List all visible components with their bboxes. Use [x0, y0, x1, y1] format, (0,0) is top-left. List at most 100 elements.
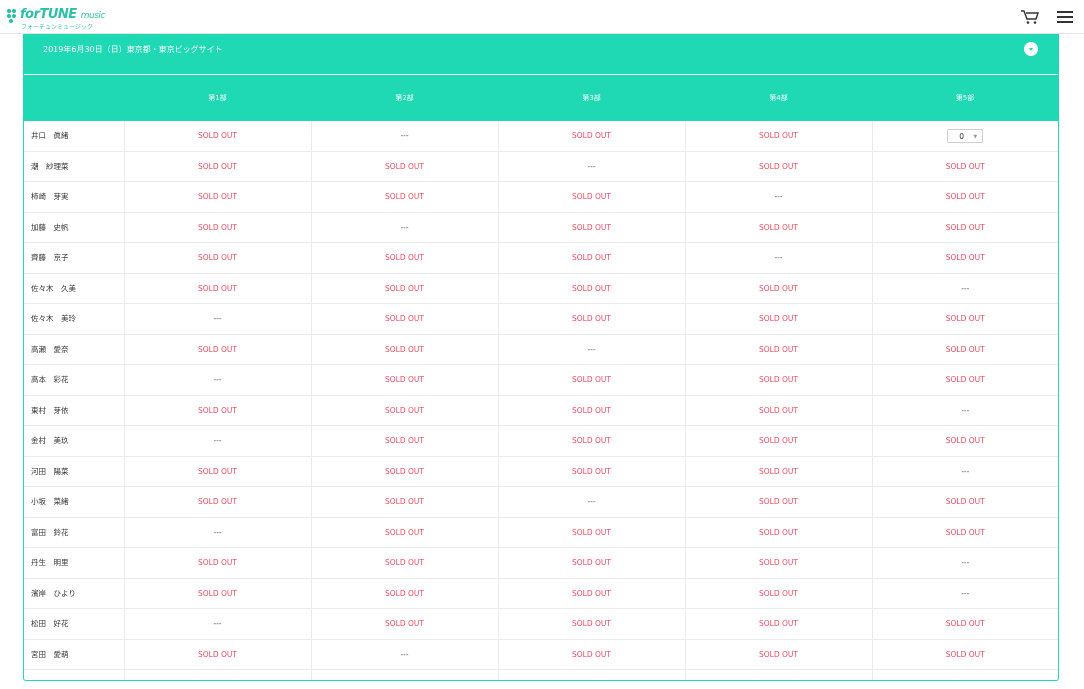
table-row: 佐々木 美玲 --- SOLD OUT SOLD OUT SOLD OUT SOLD OU… — [24, 303, 1058, 335]
sold-out-label: SOLD OUT — [498, 425, 686, 457]
sold-out-label: SOLD OUT — [498, 395, 686, 426]
sold-out-label: SOLD OUT — [872, 181, 1058, 213]
sold-out-label: SOLD OUT — [498, 547, 686, 579]
sold-out-label: SOLD OUT — [685, 303, 873, 335]
sold-out-label: SOLD OUT — [685, 639, 873, 670]
no-slot-label: --- — [124, 425, 312, 457]
sold-out-label: SOLD OUT — [498, 303, 686, 335]
sold-out-label: SOLD OUT — [124, 212, 312, 243]
table-row: 柿崎 芽実 SOLD OUT SOLD OUT SOLD OUT --- SOLD OUT — [24, 181, 1058, 213]
sold-out-label: SOLD OUT — [498, 364, 686, 396]
member-name: 松田 好花 — [24, 608, 125, 640]
sold-out-label: SOLD OUT — [498, 517, 686, 548]
chevron-down-icon[interactable] — [1024, 42, 1038, 56]
sold-out-label: SOLD OUT — [872, 334, 1058, 365]
sold-out-label: SOLD OUT — [685, 212, 873, 243]
sold-out-label: SOLD OUT — [124, 395, 312, 426]
table-row: 東村 芽依 SOLD OUT SOLD OUT SOLD OUT SOLD OUT --- — [24, 395, 1058, 426]
sold-out-label: SOLD OUT — [685, 364, 873, 396]
sold-out-label: SOLD OUT — [311, 181, 499, 213]
logo-subtext: フォーチュンミュージック — [21, 24, 93, 31]
sold-out-label: SOLD OUT — [124, 334, 312, 365]
sold-out-label: SOLD OUT — [498, 578, 686, 609]
event-panel: 2019年6月30日（日）東京都・東京ビッグサイト 第1部 第2部 第3部 第4… — [23, 34, 1059, 681]
sold-out-label: SOLD OUT — [311, 242, 499, 274]
quantity-select[interactable]: 0 ▼ — [947, 128, 984, 143]
no-slot-label: --- — [498, 334, 686, 365]
sold-out-label: SOLD OUT — [685, 517, 873, 548]
sold-out-label: SOLD OUT — [498, 181, 686, 213]
member-name: 丹生 明里 — [24, 547, 125, 579]
member-name: 加藤 史帆 — [24, 212, 125, 243]
sold-out-label: SOLD OUT — [311, 364, 499, 396]
no-slot-label: --- — [872, 578, 1058, 609]
member-name: 金村 美玖 — [24, 425, 125, 457]
sold-out-label: SOLD OUT — [124, 456, 312, 487]
sold-out-label: SOLD OUT — [685, 273, 873, 304]
column-header: 第1部 — [124, 75, 311, 121]
table-row: 濱岸 ひより SOLD OUT SOLD OUT SOLD OUT SOLD OUT --… — [24, 578, 1058, 609]
sold-out-label: SOLD OUT — [685, 547, 873, 579]
no-slot-label: --- — [685, 669, 873, 680]
sold-out-label: SOLD OUT — [872, 517, 1058, 548]
member-name: 富田 鈴花 — [24, 517, 125, 548]
member-name: 高瀬 愛奈 — [24, 334, 125, 365]
column-header: 第4部 — [685, 75, 872, 121]
sold-out-label: SOLD OUT — [124, 547, 312, 579]
sold-out-label: SOLD OUT — [872, 486, 1058, 518]
sold-out-label: SOLD OUT — [872, 364, 1058, 396]
sold-out-label: SOLD OUT — [311, 669, 499, 680]
hamburger-menu-icon[interactable] — [1057, 10, 1073, 24]
table-row: 加藤 史帆 SOLD OUT --- SOLD OUT SOLD OUT SOLD OUT — [24, 212, 1058, 243]
no-slot-label: --- — [872, 273, 1058, 304]
table-row: 井口 眞緒 SOLD OUT --- SOLD OUT SOLD OUT 0 ▼ — [24, 121, 1058, 152]
sold-out-label: SOLD OUT — [685, 456, 873, 487]
sold-out-label: SOLD OUT — [872, 608, 1058, 640]
event-panel-header[interactable]: 2019年6月30日（日）東京都・東京ビッグサイト — [24, 34, 1058, 74]
no-slot-label: --- — [311, 639, 499, 670]
sold-out-label: SOLD OUT — [872, 151, 1058, 182]
sold-out-label: SOLD OUT — [124, 181, 312, 213]
sold-out-label: SOLD OUT — [685, 608, 873, 640]
column-header: 第2部 — [311, 75, 498, 121]
table-row: 河田 陽菜 SOLD OUT SOLD OUT SOLD OUT SOLD OUT --- — [24, 456, 1058, 487]
member-name: 潮 紗理菜 — [24, 151, 125, 182]
sold-out-label: SOLD OUT — [124, 121, 312, 152]
member-name: 高本 彩花 — [24, 364, 125, 396]
table-row: 高本 彩花 --- SOLD OUT SOLD OUT SOLD OUT SOLD OUT — [24, 364, 1058, 396]
column-header: 第5部 — [872, 75, 1058, 121]
event-title: 2019年6月30日（日）東京都・東京ビッグサイト — [43, 45, 223, 54]
table-row: 金村 美玖 --- SOLD OUT SOLD OUT SOLD OUT SOLD OUT — [24, 425, 1058, 457]
no-slot-label: --- — [498, 151, 686, 182]
sold-out-label: SOLD OUT — [872, 242, 1058, 274]
sold-out-label: SOLD OUT — [498, 639, 686, 670]
sold-out-label: SOLD OUT — [498, 242, 686, 274]
sold-out-label: SOLD OUT — [872, 639, 1058, 670]
sold-out-label: SOLD OUT — [311, 517, 499, 548]
member-name: 佐々木 美玲 — [24, 303, 125, 335]
quantity-value: 0 — [959, 131, 965, 141]
no-slot-label: --- — [872, 395, 1058, 426]
sold-out-label: SOLD OUT — [311, 303, 499, 335]
no-slot-label: --- — [124, 517, 312, 548]
top-bar: forTUNE music フォーチュンミュージック — [0, 0, 1084, 34]
sold-out-label: SOLD OUT — [311, 273, 499, 304]
sold-out-label: SOLD OUT — [311, 425, 499, 457]
table-row: 高瀬 愛奈 SOLD OUT SOLD OUT --- SOLD OUT SOLD OUT — [24, 334, 1058, 365]
fortune-music-logo[interactable]: forTUNE music フォーチュンミュージック — [7, 7, 105, 31]
cart-icon[interactable] — [1020, 9, 1040, 25]
no-slot-label: --- — [124, 608, 312, 640]
sold-out-label: SOLD OUT — [498, 608, 686, 640]
sold-out-label: SOLD OUT — [124, 486, 312, 518]
slot-cell: 0 ▼ — [872, 121, 1058, 152]
sold-out-label: SOLD OUT — [311, 608, 499, 640]
table-row: 齊藤 京子 SOLD OUT SOLD OUT SOLD OUT --- SOLD OUT — [24, 242, 1058, 274]
sold-out-label: SOLD OUT — [498, 273, 686, 304]
sold-out-label: SOLD OUT — [498, 669, 686, 680]
sold-out-label: SOLD OUT — [872, 669, 1058, 680]
member-name: 井口 眞緒 — [24, 121, 125, 152]
member-name: 濱岸 ひより — [24, 578, 125, 609]
member-name: 齊藤 京子 — [24, 242, 125, 274]
member-name: 宮田 愛萌 — [24, 639, 125, 670]
table-row: 富田 鈴花 --- SOLD OUT SOLD OUT SOLD OUT SOLD OUT — [24, 517, 1058, 548]
